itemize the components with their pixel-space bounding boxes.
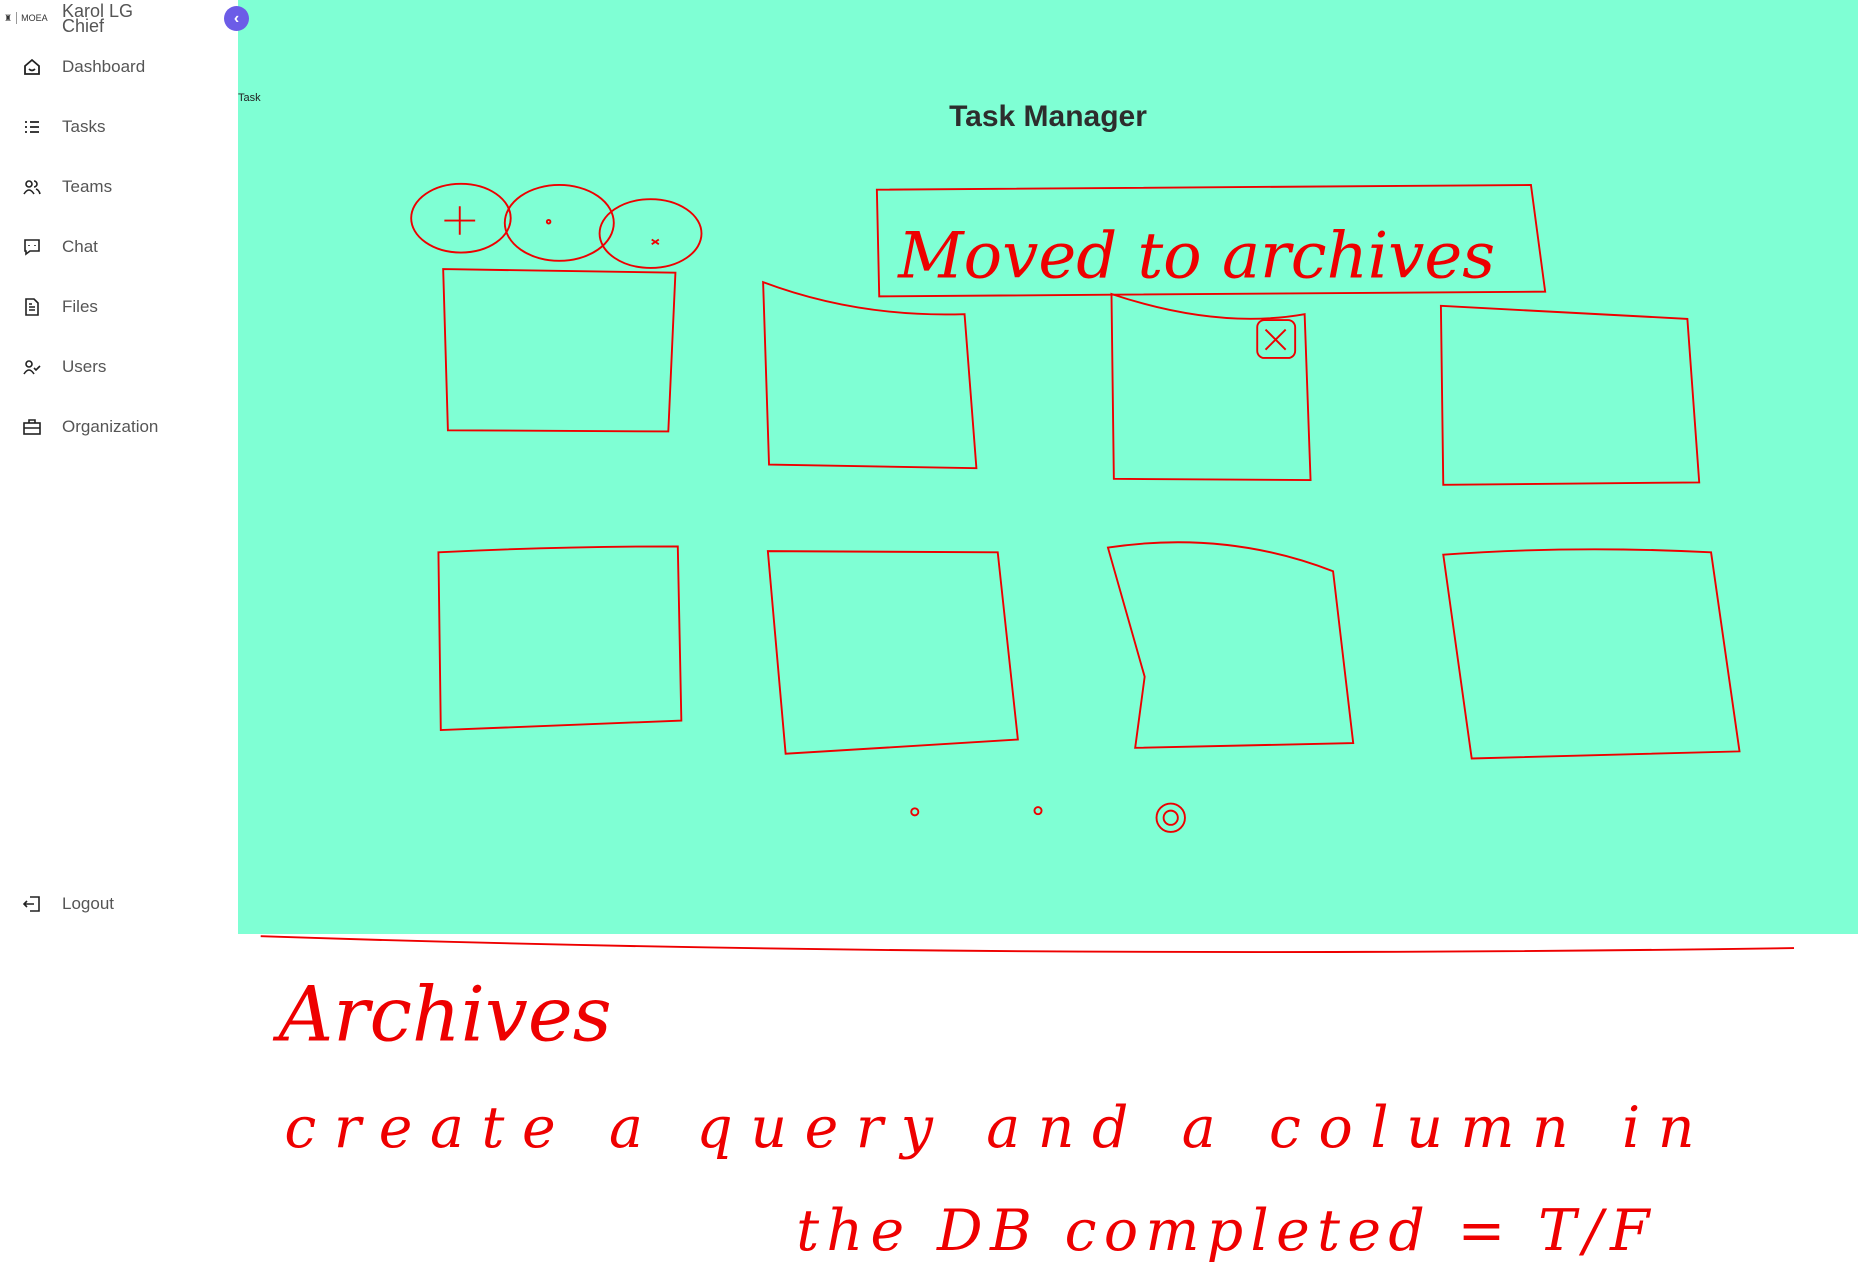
sidebar-item-label: Organization bbox=[62, 417, 159, 436]
sidebar-item-teams[interactable]: Teams bbox=[22, 177, 112, 197]
emblem-icon: ♜ bbox=[4, 12, 13, 23]
sidebar-item-label: Teams bbox=[62, 177, 113, 196]
sidebar-item-label: Files bbox=[62, 297, 98, 316]
sidebar-item-label: Dashboard bbox=[62, 57, 146, 76]
logout-label: Logout bbox=[62, 894, 114, 913]
sidebar-item-tasks[interactable]: Tasks bbox=[22, 117, 105, 137]
list-icon bbox=[22, 117, 42, 137]
separator-line bbox=[260, 935, 1795, 953]
home-icon bbox=[22, 57, 42, 77]
briefcase-icon bbox=[22, 417, 42, 437]
note-line-1: create a query and a column in bbox=[284, 1095, 1694, 1161]
sidebar-item-organization[interactable]: Organization bbox=[22, 417, 158, 437]
chat-icon bbox=[22, 237, 42, 257]
brand-logo: ♜ MOEA bbox=[4, 12, 48, 24]
logout-icon bbox=[22, 894, 42, 914]
logout-button[interactable]: Logout bbox=[22, 894, 114, 914]
sidebar-item-label: Tasks bbox=[62, 117, 106, 136]
sidebar-item-users[interactable]: Users bbox=[22, 357, 106, 377]
brand-name: MOEA bbox=[21, 13, 48, 23]
sidebar-item-chat[interactable]: Chat bbox=[22, 237, 98, 257]
user-check-icon bbox=[22, 357, 42, 377]
user-role: Chief bbox=[62, 16, 105, 36]
sidebar-item-files[interactable]: Files bbox=[22, 297, 98, 317]
file-icon bbox=[22, 297, 42, 317]
users-icon bbox=[22, 177, 42, 197]
user-info: Karol LG Chief bbox=[62, 2, 133, 36]
page-title: Task Manager bbox=[949, 100, 1147, 133]
sidebar-item-dashboard[interactable]: Dashboard bbox=[22, 57, 145, 77]
sidebar: ♜ MOEA Karol LG Chief Dashboard Tasks Tea… bbox=[0, 0, 238, 934]
note-line-2: the DB completed = T/F bbox=[796, 1198, 1652, 1264]
main-content bbox=[238, 0, 1858, 934]
archives-heading: Archives bbox=[272, 971, 611, 1059]
sidebar-item-label: Chat bbox=[62, 237, 98, 256]
collapse-sidebar-button[interactable]: ‹ bbox=[224, 6, 249, 31]
chevron-left-icon: ‹ bbox=[233, 9, 240, 27]
sidebar-item-label: Users bbox=[62, 357, 107, 376]
